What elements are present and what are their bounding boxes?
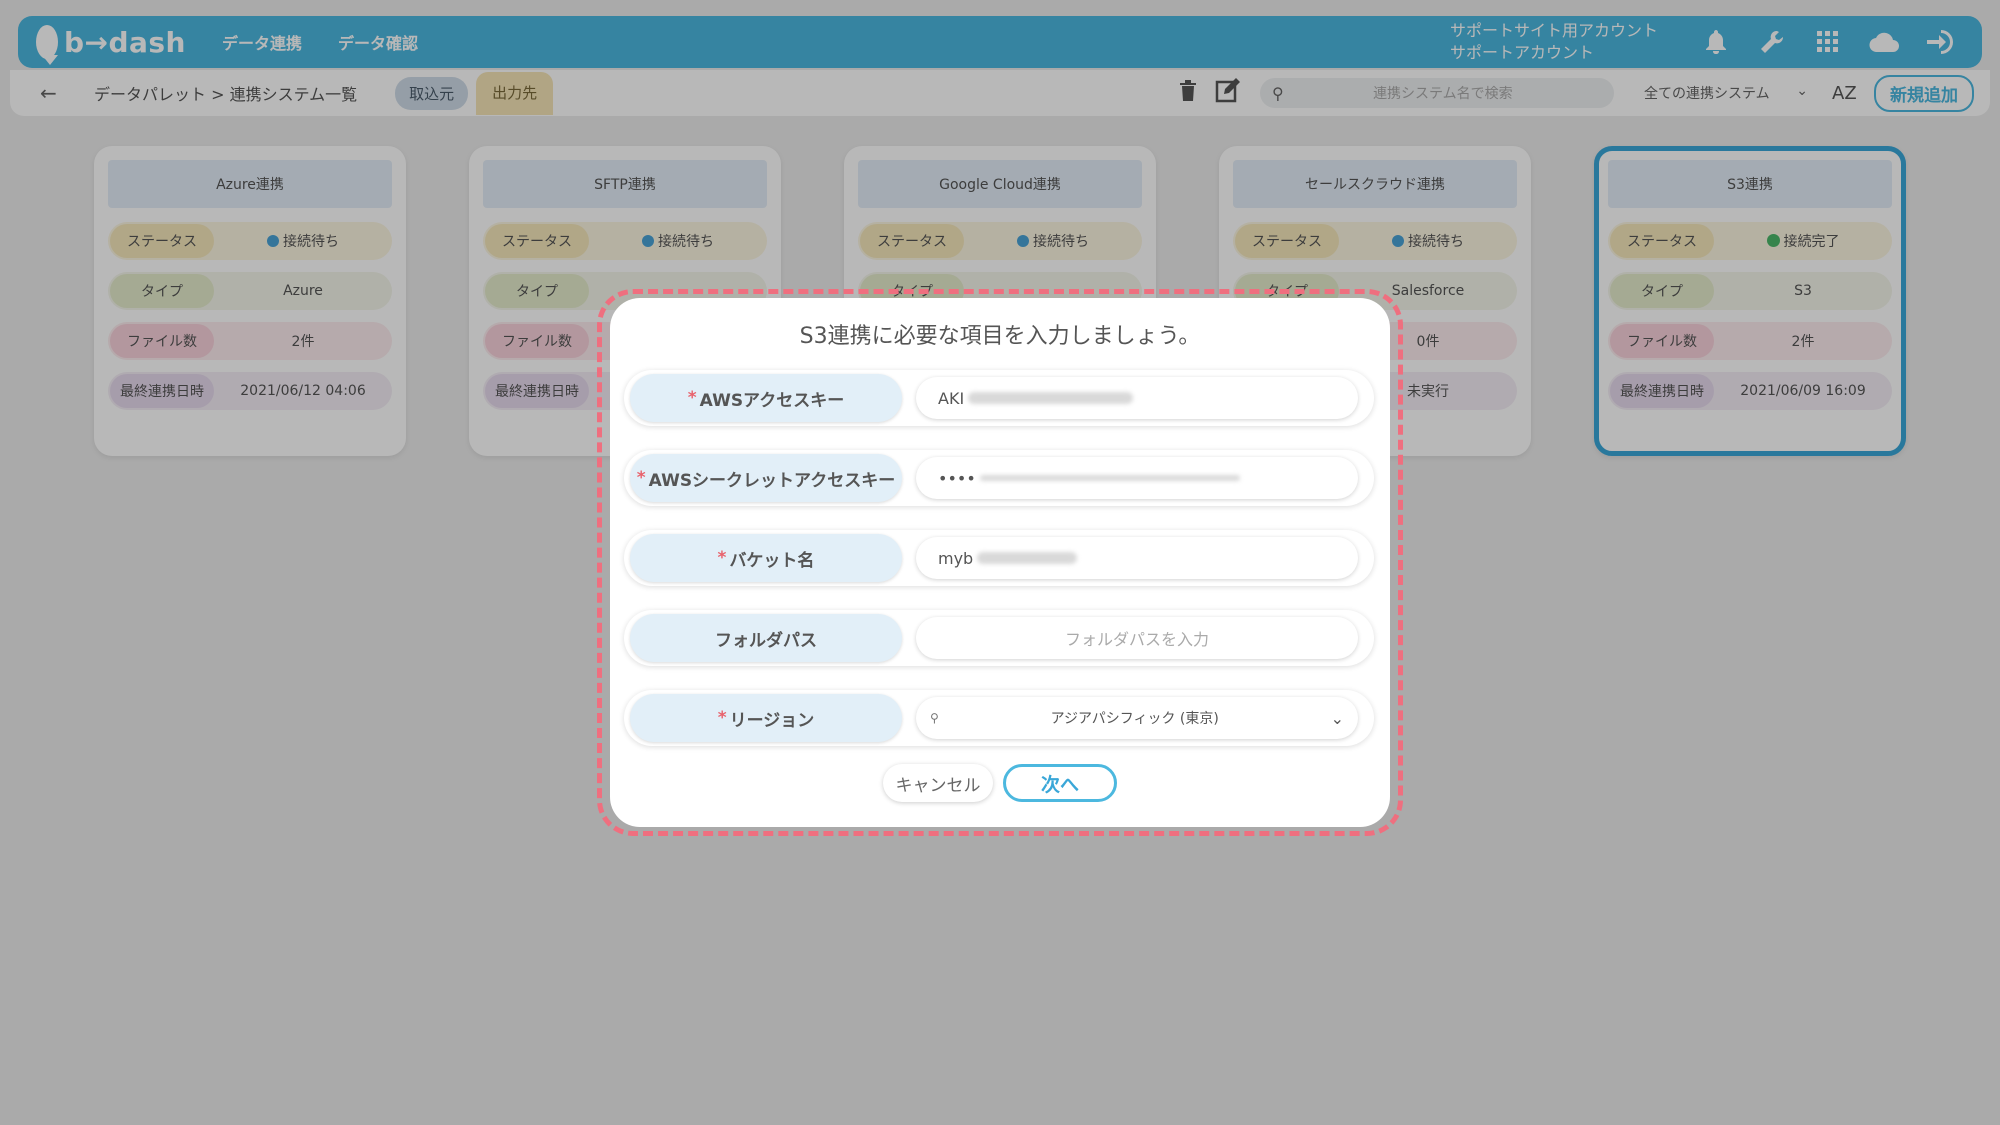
masked-value [977,552,1078,564]
field-row-folder-path: フォルダパス フォルダパスを入力 [624,610,1374,666]
cancel-button[interactable]: キャンセル [883,764,993,802]
dialog-title: S3連携に必要な項目を入力しましょう。 [799,324,1201,349]
masked-value [968,392,1134,404]
folder-path-input[interactable]: フォルダパスを入力 [916,617,1358,659]
aws-secret-key-input[interactable]: •••• [916,457,1358,499]
s3-settings-dialog: S3連携に必要な項目を入力しましょう。 * AWSアクセスキー AKI * AWSシ… [610,298,1390,827]
next-button[interactable]: 次へ [1003,764,1117,802]
field-label-region: * リージョン [630,694,902,742]
masked-value [979,475,1240,481]
field-row-bucket: * バケット名 myb [624,530,1374,586]
chevron-down-icon: ⌄ [1330,708,1344,728]
region-select-value: アジアパシフィック (東京) [1050,711,1219,727]
search-icon: ⚲ [930,711,939,725]
field-label-access-key: * AWSアクセスキー [630,374,902,422]
field-row-region: * リージョン ⚲ アジアパシフィック (東京) ⌄ [624,690,1374,746]
field-label-folder-path: フォルダパス [630,614,902,662]
aws-access-key-input[interactable]: AKI [916,377,1358,419]
field-label-bucket: * バケット名 [630,534,902,582]
field-row-access-key: * AWSアクセスキー AKI [624,370,1374,426]
dialog-buttons: キャンセル 次へ [610,764,1390,802]
field-row-secret-key: * AWSシークレットアクセスキー •••• [624,450,1374,506]
region-select[interactable]: ⚲ アジアパシフィック (東京) ⌄ [916,697,1358,739]
field-label-secret-key: * AWSシークレットアクセスキー [630,454,902,502]
bucket-name-input[interactable]: myb [916,537,1358,579]
